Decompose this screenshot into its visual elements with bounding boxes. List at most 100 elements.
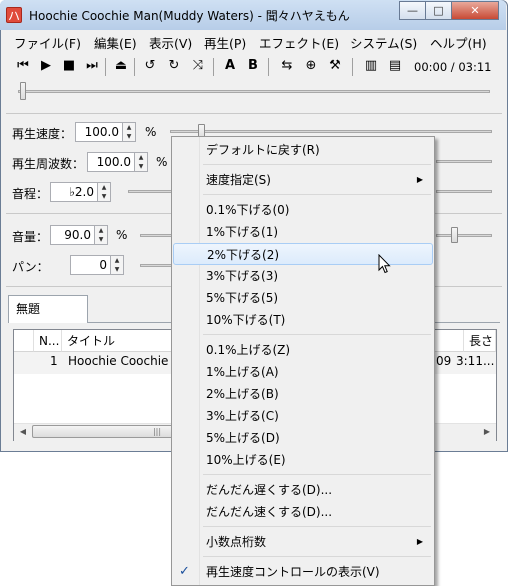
row-extra: 09 [436, 354, 452, 368]
menu-item-down-2[interactable]: 2%下げる(2) [173, 243, 433, 265]
pitch-spinner[interactable]: ▲ ▼ [97, 182, 111, 202]
frequency-unit: % [156, 155, 168, 169]
scroll-right-icon[interactable]: ▶ [479, 423, 495, 440]
menu-separator [203, 334, 431, 335]
menu-separator [203, 194, 431, 195]
volume-input[interactable]: 90.0 [50, 225, 95, 245]
menu-item-down-10[interactable]: 10%下げる(T) [173, 309, 433, 331]
menu-item-down-5[interactable]: 5%下げる(5) [173, 287, 433, 309]
menu-item-gradually-slower[interactable]: だんだん遅くする(D)... [173, 479, 433, 501]
column-header-blank [14, 330, 34, 352]
toolbar-separator [134, 58, 135, 76]
menu-play[interactable]: 再生(P) [204, 33, 246, 52]
menu-item-decimal-places[interactable]: 小数点桁数 ▶ [173, 531, 433, 553]
tuning-icon[interactable]: ⚒ [326, 55, 344, 77]
menu-item-down-0-1[interactable]: 0.1%下げる(0) [173, 199, 433, 221]
pitch-input[interactable]: ♭2.0 [50, 182, 98, 202]
row-title: Hoochie Coochie M [68, 354, 183, 368]
volume-label: 音量： [12, 230, 49, 244]
seek-bar[interactable] [18, 90, 490, 93]
volume-slider-right[interactable] [436, 234, 492, 237]
menu-separator [203, 474, 431, 475]
volume-slider[interactable] [140, 234, 172, 237]
menu-item-reset-default[interactable]: デフォルトに戻す(R) [173, 139, 433, 161]
volume-unit: % [116, 228, 128, 242]
frequency-input[interactable]: 100.0 [87, 152, 135, 172]
scroll-left-icon[interactable]: ◀ [15, 423, 31, 440]
minimize-button[interactable]: — [399, 1, 426, 20]
submenu-arrow-icon: ▶ [416, 175, 423, 184]
menu-item-speed-specify[interactable]: 速度指定(S) ▶ [173, 169, 433, 191]
menu-item-up-3[interactable]: 3%上げる(C) [173, 405, 433, 427]
prev-icon[interactable]: ⏮ [14, 55, 32, 77]
menu-file[interactable]: ファイル(F) [14, 33, 81, 52]
speed-label: 再生速度： [12, 127, 73, 141]
random-icon[interactable]: ⤨ [189, 55, 207, 77]
menu-item-gradually-faster[interactable]: だんだん速くする(D)... [173, 501, 433, 523]
volume-slider-thumb[interactable] [451, 227, 458, 243]
column-header-length[interactable]: 長さ [464, 330, 496, 352]
pan-slider[interactable] [140, 264, 172, 267]
marker-b-icon[interactable]: B [244, 55, 262, 77]
menu-item-up-2[interactable]: 2%上げる(B) [173, 383, 433, 405]
menu-effect[interactable]: エフェクト(E) [259, 33, 339, 52]
speed-input[interactable]: 100.0 [75, 122, 123, 142]
row-length: 3:11... [456, 354, 495, 368]
close-button[interactable]: ✕ [451, 1, 499, 20]
menu-system[interactable]: システム(S) [350, 33, 417, 52]
mouse-pointer-icon [378, 254, 391, 274]
volume-spinner[interactable]: ▲ ▼ [94, 225, 108, 245]
pan-label: パン： [12, 260, 49, 274]
pan-spinner[interactable]: ▲ ▼ [110, 255, 124, 275]
menu-edit[interactable]: 編集(E) [94, 33, 137, 52]
stop-icon[interactable]: ■ [60, 55, 78, 77]
view-list-icon[interactable]: ▥ [362, 55, 380, 77]
eject-icon[interactable]: ⏏ [112, 55, 130, 77]
checkmark-icon: ✓ [179, 564, 190, 579]
seek-thumb[interactable] [20, 82, 26, 100]
time-display: 00:00 / 03:11 [414, 60, 492, 74]
divider [6, 113, 502, 114]
column-header-other[interactable] [434, 330, 464, 352]
frequency-spinner[interactable]: ▲ ▼ [134, 152, 148, 172]
frequency-slider[interactable] [436, 160, 492, 163]
view-compact-icon[interactable]: ▤ [386, 55, 404, 77]
playlist-tab-label: 無題 [16, 302, 41, 316]
play-icon[interactable]: ▶ [37, 55, 55, 77]
row-number: 1 [50, 354, 58, 368]
menu-item-down-1[interactable]: 1%下げる(1) [173, 221, 433, 243]
app-icon[interactable]: ハ [6, 7, 22, 23]
pitch-label: 音程： [12, 187, 49, 201]
menu-separator [203, 526, 431, 527]
menu-help[interactable]: ヘルプ(H) [430, 33, 487, 52]
position-icon[interactable]: ⊕ [302, 55, 320, 77]
next-icon[interactable]: ⏭ [83, 55, 101, 77]
menu-item-down-3[interactable]: 3%下げる(3) [173, 265, 433, 287]
pitch-slider[interactable] [128, 190, 172, 193]
menu-item-up-0-1[interactable]: 0.1%上げる(Z) [173, 339, 433, 361]
loop-icon[interactable]: ⇆ [278, 55, 296, 77]
frequency-label: 再生周波数： [12, 157, 85, 171]
speed-unit: % [145, 125, 157, 139]
toolbar-separator [105, 58, 106, 76]
menu-item-show-speed-control[interactable]: ✓ 再生速度コントロールの表示(V) [173, 561, 433, 583]
menu-item-up-10[interactable]: 10%上げる(E) [173, 449, 433, 471]
column-header-number[interactable]: N... [34, 330, 62, 352]
speed-spinner[interactable]: ▲ ▼ [122, 122, 136, 142]
pitch-slider-right[interactable] [436, 190, 492, 193]
toolbar-separator [213, 58, 214, 76]
maximize-button[interactable]: □ [425, 1, 452, 20]
column-header-title[interactable]: タイトル [62, 330, 172, 352]
repeat-all-icon[interactable]: ↻ [165, 55, 183, 77]
menu-separator [203, 164, 431, 165]
repeat-one-icon[interactable]: ↺ [141, 55, 159, 77]
speed-slider[interactable] [170, 130, 492, 133]
pan-input[interactable]: 0 [70, 255, 111, 275]
toolbar-separator [352, 58, 353, 76]
marker-a-icon[interactable]: A [221, 55, 239, 77]
toolbar-separator [268, 58, 269, 76]
window-title: Hoochie Coochie Man(Muddy Waters) - 聞々ハヤ… [29, 9, 350, 23]
menu-item-up-1[interactable]: 1%上げる(A) [173, 361, 433, 383]
menu-item-up-5[interactable]: 5%上げる(D) [173, 427, 433, 449]
menu-view[interactable]: 表示(V) [149, 33, 192, 52]
